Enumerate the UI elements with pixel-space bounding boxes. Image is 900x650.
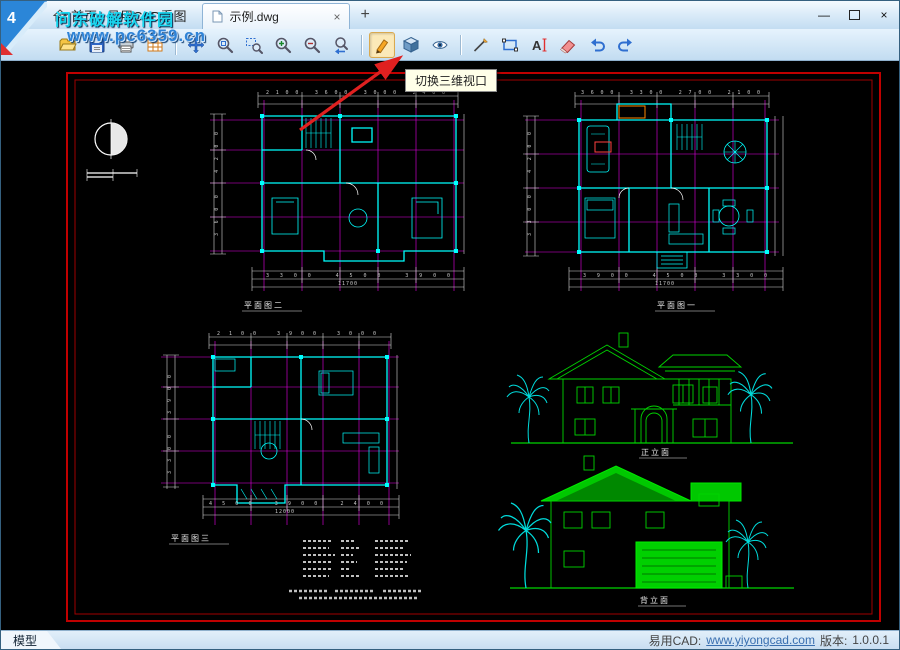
markup-pen-icon xyxy=(373,36,391,54)
floor-plan-top-right: 3600 3300 2700 2100 3900 4500 3300 11700… xyxy=(523,90,783,311)
svg-text:3600 3300 2700 2100: 3600 3300 2700 2100 xyxy=(581,90,761,96)
zoom-extents-icon xyxy=(216,36,234,54)
status-website-link[interactable]: www.yiyongcad.com xyxy=(706,633,815,647)
zoom-window-button[interactable] xyxy=(241,32,267,58)
zoom-window-icon xyxy=(245,36,263,54)
elevation-back: 背立面 xyxy=(499,456,795,606)
svg-text:3900 4500 3300: 3900 4500 3300 xyxy=(583,273,768,279)
svg-text:2100 3900 3000: 2100 3900 3000 xyxy=(217,331,377,337)
svg-text:A: A xyxy=(532,38,542,53)
svg-text:3600 4200: 3600 4200 xyxy=(214,131,220,236)
status-version-value: 1.0.0.1 xyxy=(852,633,889,647)
plan-label: 平面图一 xyxy=(657,301,697,310)
toolbar-separator xyxy=(361,35,362,55)
zoom-in-icon xyxy=(274,36,292,54)
zoom-extents-button[interactable] xyxy=(212,32,238,58)
elevation-front: 正立面 xyxy=(507,333,793,458)
draw-rect-icon xyxy=(501,36,519,54)
svg-text:3300 3900: 3300 3900 xyxy=(167,374,173,474)
markup-pen-button[interactable] xyxy=(369,32,395,58)
visual-style-button[interactable] xyxy=(427,32,453,58)
floor-plan-top-left: 2100 3600 3000 2400 3300 4500 3900 11700… xyxy=(210,90,464,311)
floor-plan-bottom-left: 2100 3900 3000 4500 3900 2400 12000 3300… xyxy=(161,331,399,544)
elevation-label: 正立面 xyxy=(641,447,671,457)
maximize-button[interactable] xyxy=(839,1,869,29)
maximize-icon xyxy=(849,10,860,20)
redo-icon xyxy=(617,36,635,54)
document-tab-label: 示例.dwg xyxy=(229,8,278,25)
watermark-logo: 4 xyxy=(1,1,47,55)
switch-3d-viewport-icon xyxy=(402,36,420,54)
svg-text:3300 4200: 3300 4200 xyxy=(527,131,533,236)
svg-text:11700: 11700 xyxy=(655,281,675,287)
document-tab[interactable]: 示例.dwg × xyxy=(202,3,350,29)
draw-text-button[interactable]: A xyxy=(526,32,552,58)
model-space-tab[interactable]: 模型 xyxy=(1,631,61,649)
plan-label: 平面图二 xyxy=(244,301,284,310)
north-arrow xyxy=(87,119,137,181)
minimize-button[interactable]: — xyxy=(809,1,839,29)
status-version-label: 版本: xyxy=(820,632,847,649)
svg-text:3300 4500 3900: 3300 4500 3900 xyxy=(266,273,451,279)
notes-text-block xyxy=(289,541,423,598)
close-button[interactable]: × xyxy=(869,1,899,29)
document-icon xyxy=(212,10,223,23)
redo-button[interactable] xyxy=(613,32,639,58)
new-tab-button[interactable]: + xyxy=(360,7,369,23)
toolbar-separator xyxy=(460,35,461,55)
tab-close-button[interactable]: × xyxy=(333,10,340,24)
draw-line-icon xyxy=(472,36,490,54)
status-app-label: 易用CAD: xyxy=(649,632,702,649)
draw-text-icon: A xyxy=(530,36,548,54)
draw-rect-button[interactable] xyxy=(497,32,523,58)
zoom-previous-button[interactable] xyxy=(328,32,354,58)
undo-button[interactable] xyxy=(584,32,610,58)
drawing-canvas[interactable]: 2100 3600 3000 2400 3300 4500 3900 11700… xyxy=(1,61,899,633)
zoom-previous-icon xyxy=(332,36,350,54)
zoom-in-button[interactable] xyxy=(270,32,296,58)
svg-text:4: 4 xyxy=(7,10,16,27)
window-controls: — × xyxy=(809,1,899,29)
svg-text:12000: 12000 xyxy=(275,509,295,515)
svg-text:11700: 11700 xyxy=(338,281,358,287)
status-bar: 模型 易用CAD: www.yiyongcad.com 版本: 1.0.0.1 xyxy=(1,630,899,649)
plan-label: 平面图三 xyxy=(171,534,211,543)
zoom-out-icon xyxy=(303,36,321,54)
switch-3d-viewport-button[interactable] xyxy=(398,32,424,58)
draw-line-button[interactable] xyxy=(468,32,494,58)
eraser-icon xyxy=(559,36,577,54)
elevation-label: 背立面 xyxy=(640,595,670,605)
app-window: 首页 易用CAD看图 示例.dwg × + — × xyxy=(0,0,900,650)
svg-text:4500 3900 2400: 4500 3900 2400 xyxy=(209,501,384,507)
undo-icon xyxy=(588,36,606,54)
eye-icon xyxy=(431,36,449,54)
tooltip: 切换三维视口 xyxy=(405,69,497,92)
watermark-url: www.pc6359.cn xyxy=(67,26,206,46)
status-info: 易用CAD: www.yiyongcad.com 版本: 1.0.0.1 xyxy=(649,632,899,649)
eraser-button[interactable] xyxy=(555,32,581,58)
zoom-out-button[interactable] xyxy=(299,32,325,58)
